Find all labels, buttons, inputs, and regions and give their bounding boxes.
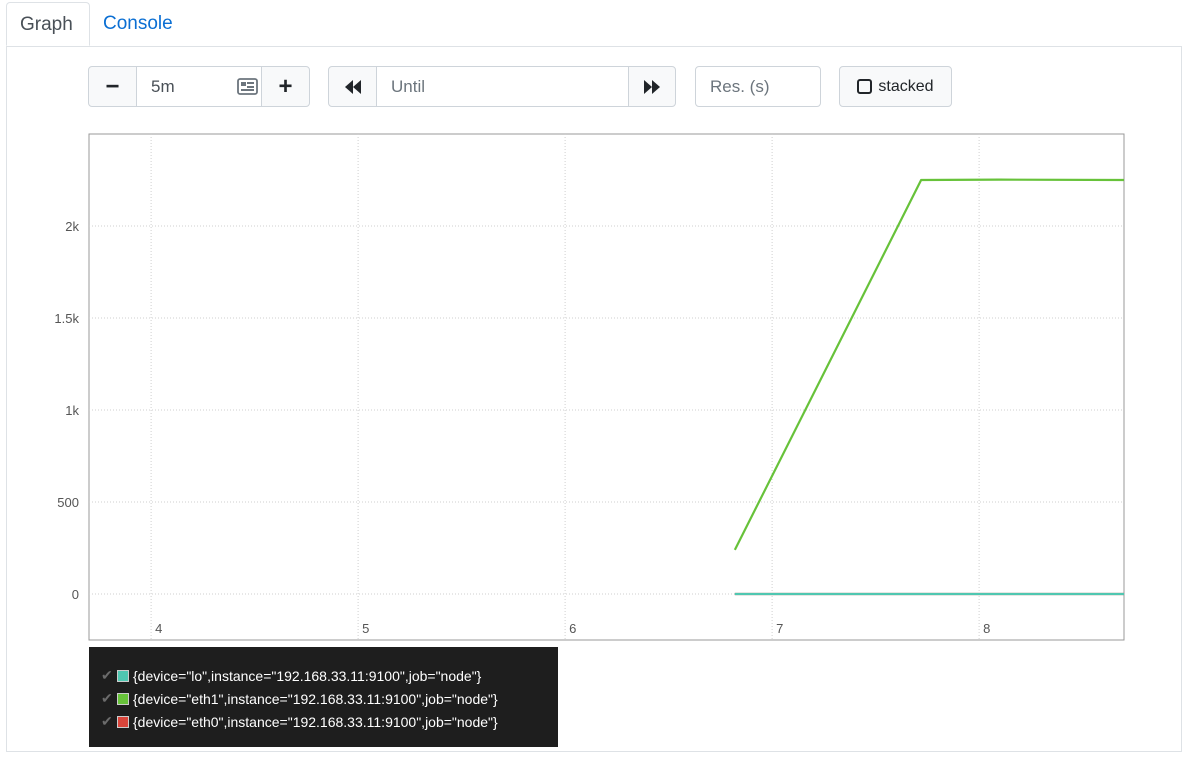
x-tick-label: 6 [569, 621, 576, 636]
check-icon: ✔ [101, 667, 113, 683]
graph-chart: 0 500 1k 1.5k 2k 4 5 6 7 8 [54, 133, 1125, 641]
legend: ✔ {device="lo",instance="192.168.33.11:9… [89, 647, 558, 747]
plot-area [88, 133, 1125, 641]
x-tick-label: 8 [983, 621, 990, 636]
x-tick-label: 5 [362, 621, 369, 636]
y-tick-label: 1.5k [54, 311, 79, 326]
legend-item-eth0[interactable]: ✔ {device="eth0",instance="192.168.33.11… [89, 710, 558, 733]
legend-item-lo[interactable]: ✔ {device="lo",instance="192.168.33.11:9… [89, 664, 558, 687]
y-tick-label: 2k [65, 219, 79, 234]
legend-swatch [117, 692, 129, 705]
legend-item-eth1[interactable]: ✔ {device="eth1",instance="192.168.33.11… [89, 687, 558, 710]
check-icon: ✔ [101, 713, 113, 729]
check-icon: ✔ [101, 690, 113, 706]
y-tick-label: 1k [65, 403, 79, 418]
x-tick-label: 4 [155, 621, 162, 636]
legend-label: {device="eth1",instance="192.168.33.11:9… [133, 690, 498, 707]
x-tick-label: 7 [776, 621, 783, 636]
legend-label: {device="lo",instance="192.168.33.11:910… [133, 667, 482, 684]
legend-label: {device="eth0",instance="192.168.33.11:9… [133, 713, 498, 730]
legend-swatch [117, 715, 129, 728]
legend-swatch [117, 669, 129, 682]
series-line [733, 178, 1125, 551]
y-tick-label: 0 [72, 587, 79, 602]
y-tick-label: 500 [57, 495, 79, 510]
